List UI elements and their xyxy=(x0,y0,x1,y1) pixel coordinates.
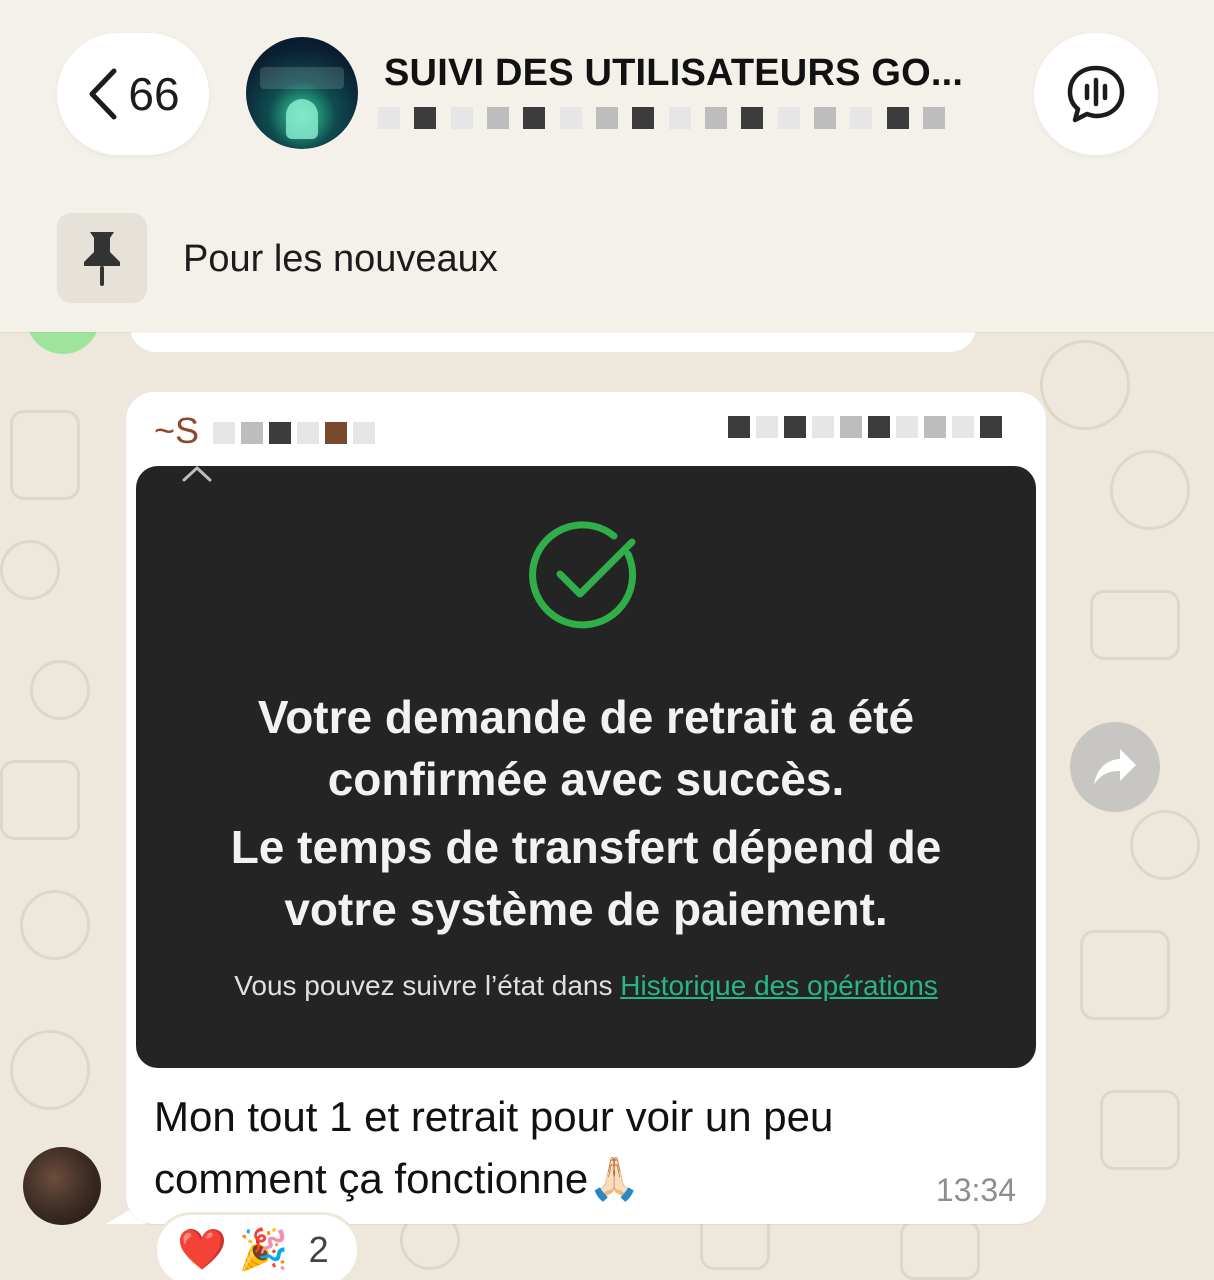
redacted-block xyxy=(353,422,376,445)
doodle xyxy=(1100,1090,1180,1170)
doodle xyxy=(1040,340,1130,430)
pin-icon xyxy=(84,232,120,286)
redacted-block xyxy=(868,416,890,438)
redacted-block xyxy=(596,107,619,130)
redacted-block xyxy=(886,107,909,130)
avatar-banner xyxy=(260,67,344,89)
redacted-block xyxy=(777,107,800,130)
redacted-block xyxy=(896,416,918,438)
redacted-block xyxy=(378,107,400,130)
redacted-block xyxy=(241,422,264,445)
reaction-count: 2 xyxy=(308,1229,329,1270)
redacted-block xyxy=(850,107,873,130)
back-button[interactable]: 66 xyxy=(57,33,209,155)
redacted-block xyxy=(814,107,837,130)
pinned-message-bar[interactable]: Pour les nouveaux xyxy=(0,188,1214,332)
sender-name[interactable]: ~S xyxy=(154,410,381,452)
redacted-block xyxy=(728,416,750,438)
chevron-left-icon xyxy=(89,68,117,120)
redacted-block xyxy=(784,416,806,438)
doodle xyxy=(1110,450,1190,530)
redacted-block xyxy=(924,416,946,438)
doodle xyxy=(10,1030,90,1110)
pin-box xyxy=(57,213,147,303)
redacted-block xyxy=(705,107,728,130)
party-reaction: 🎉 xyxy=(238,1228,289,1272)
transfer-time-text: Le temps de transfert dépend de votre sy… xyxy=(230,821,942,935)
voice-chat-button[interactable] xyxy=(1034,33,1158,155)
redacted-block xyxy=(325,422,348,445)
doodle xyxy=(1090,590,1180,660)
message-image[interactable]: Votre demande de retrait a été confirmée… xyxy=(136,466,1036,1068)
forward-button[interactable] xyxy=(1070,722,1160,812)
doodle xyxy=(10,410,80,500)
redacted-block xyxy=(668,107,691,130)
doodle xyxy=(0,540,60,600)
redacted-block xyxy=(559,107,582,130)
redacted-block xyxy=(414,107,437,130)
group-avatar[interactable] xyxy=(246,37,358,149)
group-members-subtitle[interactable] xyxy=(378,100,998,136)
redacted-block xyxy=(297,422,320,445)
doodle xyxy=(1080,930,1170,1020)
message-reactions[interactable]: ❤️ 🎉 2 xyxy=(154,1212,360,1280)
operations-history-link: Historique des opérations xyxy=(620,970,938,1001)
redacted-block xyxy=(487,107,510,130)
redacted-block xyxy=(269,422,292,445)
sender-phone xyxy=(728,416,1008,438)
sender-avatar[interactable] xyxy=(23,1147,101,1225)
redacted-block xyxy=(632,107,655,130)
redacted-block xyxy=(952,416,974,438)
sender-name-prefix: ~S xyxy=(154,410,200,451)
redacted-block xyxy=(756,416,778,438)
avatar-figure xyxy=(286,99,318,139)
message-time: 13:34 xyxy=(935,1172,1016,1208)
voice-chat-icon xyxy=(1067,65,1125,123)
group-title[interactable]: SUIVI DES UTILISATEURS GO... xyxy=(384,52,1004,95)
doodle xyxy=(1130,810,1200,880)
chat-header: 66 SUIVI DES UTILISATEURS GO... Pour les… xyxy=(0,0,1214,332)
unread-count: 66 xyxy=(128,68,180,120)
doodle xyxy=(0,760,80,840)
redacted-block xyxy=(923,107,946,130)
track-status-note: Vous pouvez suivre l’état dans Historiqu… xyxy=(176,970,996,1002)
track-status-text: Vous pouvez suivre l’état dans xyxy=(234,970,613,1001)
doodle xyxy=(20,890,90,960)
message-text: Mon tout 1 et retrait pour voir un peu c… xyxy=(154,1093,834,1202)
redacted-block xyxy=(213,422,236,445)
close-icon xyxy=(182,466,212,482)
withdrawal-confirmed-title: Votre demande de retrait a été confirmée… xyxy=(257,691,915,805)
redacted-block xyxy=(840,416,862,438)
redacted-block xyxy=(450,107,473,130)
pinned-message-text: Pour les nouveaux xyxy=(183,238,498,280)
redacted-block xyxy=(812,416,834,438)
doodle xyxy=(900,1220,980,1280)
message-bubble[interactable]: ~S Votre demande de retrait a été confir… xyxy=(126,392,1046,1224)
doodle xyxy=(30,660,90,720)
check-circle-icon xyxy=(529,521,637,629)
forward-icon xyxy=(1094,749,1136,785)
redacted-block xyxy=(741,107,764,130)
heart-reaction: ❤️ xyxy=(177,1228,227,1272)
redacted-block xyxy=(980,416,1002,438)
redacted-block xyxy=(523,107,546,130)
